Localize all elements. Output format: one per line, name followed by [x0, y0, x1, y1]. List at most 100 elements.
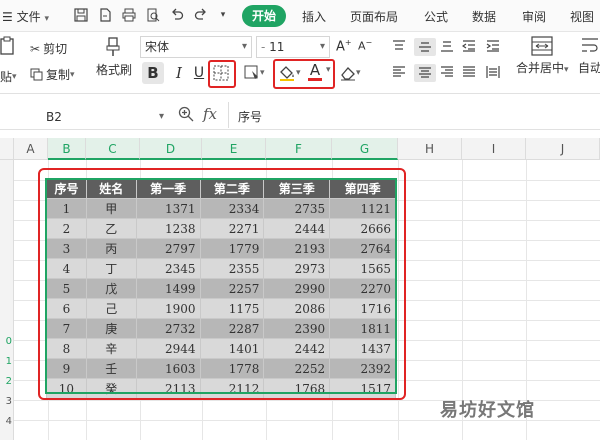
print-icon[interactable]: [120, 6, 138, 24]
paste-icon: [0, 36, 14, 55]
auto-wrap-button[interactable]: 自动: [578, 36, 600, 76]
formula-bar: B2 ▾ fx 序号: [0, 100, 600, 130]
align-bottom-button[interactable]: [440, 40, 454, 52]
paste-label[interactable]: 贴 ▾: [0, 68, 17, 85]
justify-icon: [463, 66, 475, 77]
tab-insert[interactable]: 插入: [302, 8, 326, 25]
column-header-b[interactable]: B: [48, 138, 86, 160]
align-center-button[interactable]: [414, 64, 436, 82]
cell-reference: B2: [46, 110, 62, 124]
decrease-indent-button[interactable]: [462, 40, 476, 52]
redo-icon[interactable]: [192, 6, 210, 24]
align-right-icon: [441, 66, 453, 77]
tab-view[interactable]: 视图: [570, 8, 594, 25]
tab-data[interactable]: 数据: [472, 8, 496, 25]
underline-button[interactable]: U: [190, 62, 208, 84]
align-middle-icon: [419, 42, 431, 52]
zoom-formula-icon[interactable]: [178, 106, 194, 125]
file-menu-label: 文件: [16, 10, 41, 24]
increase-font-icon: A+: [336, 38, 352, 55]
fx-icon[interactable]: fx: [203, 105, 217, 123]
align-right-button[interactable]: [440, 66, 454, 78]
copy-label: 复制: [46, 68, 71, 82]
fill-font-color-highlight: [273, 59, 335, 89]
tab-formulas[interactable]: 公式: [424, 8, 448, 25]
decrease-font-icon: A−: [358, 38, 373, 53]
increase-font-size-button[interactable]: A+: [336, 38, 352, 54]
column-header-f[interactable]: F: [266, 138, 332, 160]
chevron-down-icon: ▾: [241, 41, 247, 52]
row-header-4[interactable]: 4: [0, 416, 14, 434]
font-size-select[interactable]: - 11 ▾: [256, 36, 330, 58]
row-header-3[interactable]: 3: [0, 396, 14, 414]
increase-indent-button[interactable]: [486, 40, 500, 52]
column-header-h[interactable]: H: [398, 138, 462, 160]
column-header-a[interactable]: A: [14, 138, 48, 160]
tab-page-layout[interactable]: 页面布局: [350, 8, 398, 25]
row-header-0[interactable]: 0: [0, 336, 14, 354]
format-painter-icon: [106, 37, 120, 56]
increase-indent-icon: [486, 40, 499, 52]
quick-access-more-icon[interactable]: ▾: [214, 6, 232, 24]
column-header-g[interactable]: G: [332, 138, 398, 160]
column-header-i[interactable]: I: [462, 138, 526, 160]
distributed-align-icon: [486, 66, 500, 78]
tab-review[interactable]: 审阅: [522, 8, 546, 25]
save-icon[interactable]: [72, 6, 90, 24]
eraser-icon: [341, 67, 355, 81]
cell-style-icon: [244, 65, 258, 79]
watermark-text: 易坊好文馆: [440, 400, 535, 421]
font-size-value: 11: [269, 40, 285, 54]
copy-button[interactable]: 复制 ▾: [30, 66, 75, 83]
decrease-indent-icon: [462, 40, 475, 52]
merge-center-label: 合并居中: [516, 61, 565, 75]
formula-input[interactable]: 序号: [238, 108, 262, 125]
column-header-j[interactable]: J: [526, 138, 600, 160]
print-preview-icon[interactable]: [144, 6, 162, 24]
scissors-icon: ✂: [30, 41, 41, 56]
align-bottom-icon: [441, 41, 453, 52]
align-top-button[interactable]: [392, 40, 406, 52]
export-pdf-icon[interactable]: [96, 6, 114, 24]
row-header-1[interactable]: 1: [0, 356, 14, 374]
ribbon: 贴 ▾ ✂ 剪切 复制 ▾ 格式刷 宋体 ▾ - 11 ▾ A+ A− B I U…: [0, 32, 600, 94]
cell-style-button[interactable]: ▾: [244, 65, 265, 81]
tab-home[interactable]: 开始: [242, 5, 286, 27]
align-top-icon: [393, 40, 405, 50]
undo-icon[interactable]: [168, 6, 186, 24]
chevron-down-icon: ▾: [319, 41, 325, 52]
font-name-value: 宋体: [145, 40, 170, 54]
chevron-down-icon: ▾: [158, 111, 164, 122]
paste-button[interactable]: [0, 36, 16, 56]
hamburger-icon: ☰: [2, 10, 13, 24]
column-header-e[interactable]: E: [202, 138, 266, 160]
name-box[interactable]: B2 ▾: [46, 106, 164, 128]
borders-highlight: [208, 60, 236, 88]
merge-cells-icon: [531, 36, 553, 56]
cut-button[interactable]: ✂ 剪切: [30, 40, 67, 57]
decrease-font-size-button[interactable]: A−: [358, 38, 372, 53]
file-menu[interactable]: ☰ 文件 ▾: [2, 8, 49, 25]
select-all-corner[interactable]: [0, 138, 14, 160]
italic-button[interactable]: I: [170, 62, 188, 84]
justify-button[interactable]: [462, 66, 476, 78]
bold-button[interactable]: B: [142, 62, 164, 84]
format-painter-label: 格式刷: [96, 63, 133, 77]
chevron-down-icon: ▾: [260, 68, 265, 78]
column-header-c[interactable]: C: [86, 138, 140, 160]
column-header-d[interactable]: D: [140, 138, 202, 160]
row-header-2[interactable]: 2: [0, 376, 14, 394]
format-painter-button[interactable]: 格式刷: [96, 36, 132, 78]
copy-icon: [30, 68, 43, 81]
cut-label: 剪切: [43, 42, 68, 56]
merge-center-button[interactable]: 合并居中▾: [516, 36, 569, 76]
align-center-icon: [419, 67, 431, 78]
chevron-down-icon: ▾: [356, 68, 361, 78]
distributed-align-button[interactable]: [486, 66, 500, 78]
align-middle-button[interactable]: [414, 38, 436, 56]
menu-bar: ☰ 文件 ▾ ▾ 开始 插入 页面布局 公式 数据 审阅 视图: [0, 0, 600, 32]
wrap-text-icon: [582, 38, 598, 52]
font-name-select[interactable]: 宋体 ▾: [140, 36, 252, 58]
align-left-button[interactable]: [392, 66, 406, 78]
clear-format-button[interactable]: ▾: [340, 65, 361, 81]
